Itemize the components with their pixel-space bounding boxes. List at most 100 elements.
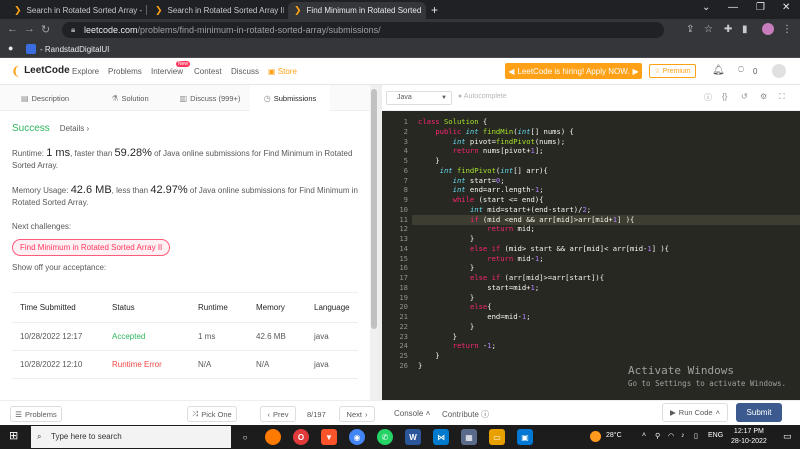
problems-button[interactable]: ☰ Problems: [10, 406, 62, 422]
back-icon[interactable]: ←: [7, 23, 18, 35]
code-line[interactable]: return mid;: [418, 224, 535, 234]
battery-icon[interactable]: ▯: [694, 432, 698, 440]
word-icon[interactable]: W: [405, 429, 421, 445]
info-icon[interactable]: ⓘ: [704, 92, 712, 103]
profile-avatar[interactable]: [762, 23, 774, 35]
prev-button[interactable]: ‹ Prev: [260, 406, 296, 422]
nav-problems[interactable]: Problems: [108, 67, 142, 76]
code-line[interactable]: else if (mid> start && arr[mid]< arr[mid…: [418, 244, 669, 254]
windows-start-icon[interactable]: ⊞: [9, 431, 18, 442]
forward-icon[interactable]: →: [24, 23, 35, 35]
code-line[interactable]: }: [418, 351, 439, 361]
braces-icon[interactable]: {}: [722, 92, 727, 101]
code-line[interactable]: int pivot=findPivot(nums);: [418, 137, 566, 147]
taskbar-search-input[interactable]: ⌕ Type here to search: [31, 426, 231, 448]
code-line[interactable]: int mid=start+(end-start)/2;: [418, 205, 591, 215]
nav-explore[interactable]: Explore: [72, 67, 99, 76]
hiring-banner[interactable]: ◀ LeetCode is hiring! Apply NOW. ▶: [505, 63, 642, 79]
url-bar[interactable]: 🔒︎ leetcode.com/problems/find-minimum-in…: [62, 22, 664, 38]
wifi-icon[interactable]: ◠: [668, 432, 674, 440]
code-line[interactable]: while (start <= end){: [418, 195, 544, 205]
pick-one-button[interactable]: ⤨ Pick One: [187, 406, 237, 422]
language-indicator[interactable]: ENG: [708, 432, 723, 439]
menu-icon[interactable]: ⋮: [782, 24, 792, 35]
code-line[interactable]: if (mid <end && arr[mid]>arr[mid+1] ){: [418, 215, 634, 225]
sidebar-icon[interactable]: ▮: [742, 24, 748, 35]
left-scrollbar[interactable]: [370, 85, 378, 400]
code-editor[interactable]: 1 2 3 4 5 6 7 8 9 10 11 12 13 14 15 16 17 18 19 20 21 22 23 24 2…: [382, 111, 800, 400]
task-view-icon[interactable]: ○: [237, 429, 253, 445]
nav-contest[interactable]: Contest: [194, 67, 222, 76]
browser-tab-1[interactable]: ❯ Search in Rotated Sorted Array - ✕: [8, 2, 143, 19]
nav-store[interactable]: ▣ Store: [268, 67, 297, 76]
status-runtime-error[interactable]: Runtime Error: [104, 350, 190, 379]
new-tab-icon[interactable]: +: [431, 3, 438, 17]
code-line[interactable]: }: [418, 234, 474, 244]
tab-description[interactable]: ▤ Description: [0, 85, 90, 111]
code-line[interactable]: }: [418, 332, 457, 342]
notifications-icon[interactable]: ▭: [783, 431, 792, 442]
code-line[interactable]: }: [418, 322, 474, 332]
code-line[interactable]: else if (arr[mid]>=arr[start]){: [418, 273, 604, 283]
code-line[interactable]: int start=0;: [418, 176, 505, 186]
tab-search-icon[interactable]: ⌄: [702, 2, 710, 13]
reset-icon[interactable]: ↺: [741, 92, 748, 101]
weather-temp[interactable]: 28°C: [606, 432, 622, 439]
app-icon[interactable]: ▦: [461, 429, 477, 445]
github-icon[interactable]: ●: [8, 43, 13, 53]
share-icon[interactable]: ⇪: [686, 24, 694, 35]
tab-submissions[interactable]: ◷ Submissions: [250, 85, 330, 111]
user-avatar[interactable]: [772, 64, 786, 78]
vscode-icon[interactable]: ⋈: [433, 429, 449, 445]
code-line[interactable]: }: [418, 361, 422, 371]
code-line[interactable]: return -1;: [418, 341, 496, 351]
next-button[interactable]: Next ›: [339, 406, 375, 422]
details-link[interactable]: Details ›: [60, 124, 89, 133]
table-row[interactable]: 10/28/2022 12:17 Accepted 1 ms 42.6 MB j…: [12, 322, 358, 351]
bookmark-randstad[interactable]: - RandstadDigitalUI: [40, 45, 109, 54]
code-line[interactable]: }: [418, 263, 474, 273]
minimize-icon[interactable]: —: [728, 2, 738, 13]
brave-icon[interactable]: ▼: [321, 429, 337, 445]
next-challenge-chip[interactable]: Find Minimum in Rotated Sorted Array II: [12, 239, 171, 256]
code-line[interactable]: }: [418, 293, 474, 303]
contribute-button[interactable]: Contribute ⓘ: [442, 409, 489, 420]
premium-button[interactable]: ☆ Premium: [649, 64, 696, 78]
whatsapp-icon[interactable]: ✆: [377, 429, 393, 445]
volume-icon[interactable]: ♪: [681, 432, 685, 439]
run-code-button[interactable]: ▶ Run Code ˄: [662, 403, 728, 422]
chrome-icon[interactable]: ◉: [349, 429, 365, 445]
table-row[interactable]: 10/28/2022 12:10 Runtime Error N/A N/A j…: [12, 350, 358, 379]
submit-button[interactable]: Submit: [736, 403, 782, 422]
code-line[interactable]: end=mid-1;: [418, 312, 530, 322]
code-line[interactable]: int findPivot(int[] arr){: [418, 166, 548, 176]
code-line[interactable]: start=mid+1;: [418, 283, 539, 293]
status-accepted[interactable]: Accepted: [104, 322, 190, 351]
extensions-icon[interactable]: ✚: [724, 24, 732, 35]
tab-discuss[interactable]: ▥ Discuss (999+): [170, 85, 250, 111]
browser-tab-active[interactable]: ❯ Find Minimum in Rotated Sorted ✕: [288, 2, 426, 19]
fullscreen-icon[interactable]: ⛶: [779, 92, 785, 102]
taskbar-clock[interactable]: 12:17 PM 28-10-2022: [731, 427, 767, 447]
opera-icon[interactable]: O: [293, 429, 309, 445]
notification-bell-icon[interactable]: 🔔︎: [712, 65, 725, 76]
console-button[interactable]: Console ˄: [394, 409, 430, 418]
code-line[interactable]: return nums[pivot+1];: [418, 146, 544, 156]
scrollbar-thumb[interactable]: [371, 89, 377, 329]
restore-icon[interactable]: ❐: [756, 2, 765, 13]
code-line[interactable]: public int findMin(int[] nums) {: [418, 127, 574, 137]
store-app-icon[interactable]: ▣: [517, 429, 533, 445]
code-line[interactable]: else{: [418, 302, 492, 312]
autocomplete-toggle[interactable]: ● Autocomplete: [458, 93, 507, 100]
bookmark-star-icon[interactable]: ☆: [704, 24, 713, 35]
close-window-icon[interactable]: ✕: [782, 2, 790, 13]
tray-chevron-icon[interactable]: ˄: [642, 432, 646, 439]
leetcode-logo[interactable]: ❨ LeetCode: [11, 65, 70, 77]
browser-tab-2[interactable]: ❯ Search in Rotated Sorted Array II ✕: [149, 2, 284, 19]
file-explorer-icon[interactable]: ▭: [489, 429, 505, 445]
nav-discuss[interactable]: Discuss: [231, 67, 259, 76]
tab-solution[interactable]: ⚗ Solution: [90, 85, 170, 111]
code-line[interactable]: return mid-1;: [418, 254, 543, 264]
reload-icon[interactable]: ↻: [41, 23, 50, 36]
firefox-icon[interactable]: [265, 429, 281, 445]
